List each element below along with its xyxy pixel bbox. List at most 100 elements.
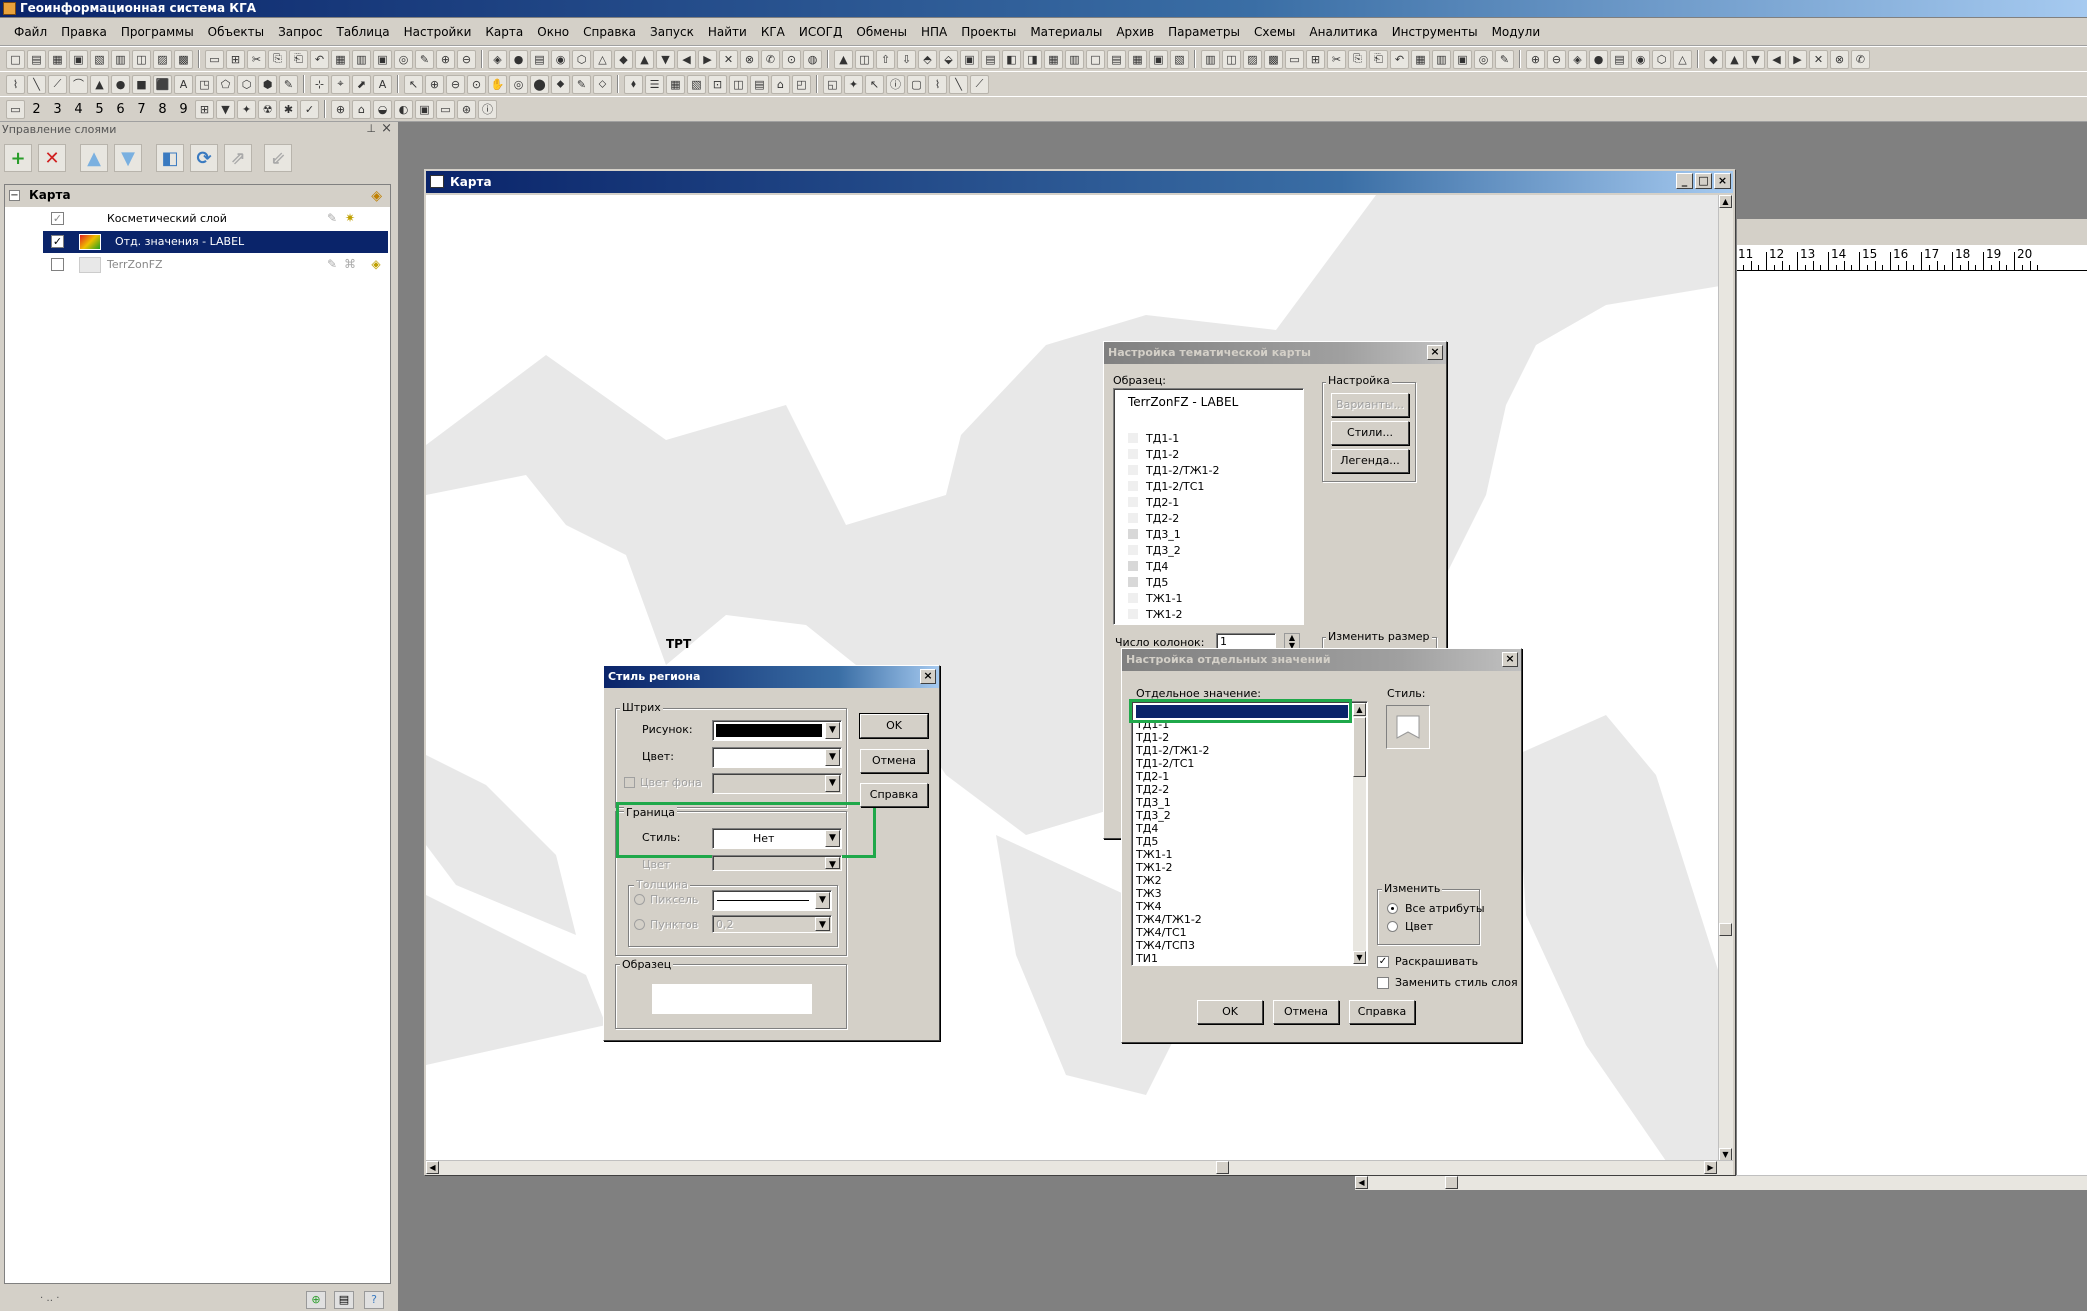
new-icon[interactable]: ◈: [1568, 49, 1587, 69]
star-icon[interactable]: ✷: [343, 211, 357, 225]
paste-icon[interactable]: ▲: [635, 49, 654, 69]
layer-visibility-checkbox[interactable]: ✓: [51, 212, 64, 225]
pin-icon[interactable]: ⊥: [366, 122, 376, 135]
paste-icon[interactable]: ⇩: [897, 49, 916, 69]
print-icon[interactable]: ▦: [331, 49, 350, 69]
grid-icon[interactable]: ◈: [488, 49, 507, 69]
undo-icon[interactable]: ⊖: [457, 49, 476, 69]
info-icon[interactable]: ⓘ: [478, 99, 497, 119]
ellipse-icon[interactable]: ⓘ: [886, 74, 905, 94]
scroll-down-icon[interactable]: ▼: [1353, 951, 1366, 964]
copy-icon[interactable]: ◆: [614, 49, 633, 69]
globe-icon[interactable]: ⊕: [331, 99, 350, 119]
style-preview-button[interactable]: [1386, 705, 1430, 749]
menu-item[interactable]: Правка: [54, 18, 114, 46]
menu-item[interactable]: НПА: [914, 18, 954, 46]
value-list-item[interactable]: ТЖ3: [1136, 887, 1348, 900]
menu-item[interactable]: Параметры: [1161, 18, 1247, 46]
close-button[interactable]: ×: [1714, 173, 1731, 189]
ok-button[interactable]: OK: [859, 713, 929, 739]
new-icon[interactable]: ⊞: [1306, 49, 1325, 69]
paste-icon[interactable]: ▥: [111, 49, 130, 69]
layout-horizontal-scrollbar[interactable]: ◀: [1355, 1175, 2087, 1190]
value-list-item[interactable]: ТД1-2: [1136, 731, 1348, 744]
scale-preset-button[interactable]: 9: [174, 100, 193, 119]
menu-item[interactable]: Карта: [478, 18, 530, 46]
measure-icon[interactable]: ✦: [237, 99, 256, 119]
layers-icon[interactable]: ◫: [1222, 49, 1241, 69]
table-icon[interactable]: ⬘: [918, 49, 937, 69]
layers-icon[interactable]: ⊕: [436, 49, 455, 69]
undo-icon[interactable]: ▭: [205, 49, 224, 69]
new-icon[interactable]: ▦: [1044, 49, 1063, 69]
text-icon[interactable]: ▦: [666, 74, 685, 94]
dropdown-arrow-icon[interactable]: ▼: [815, 917, 830, 931]
dropdown-arrow-icon[interactable]: ▼: [825, 722, 840, 739]
tree-root-map[interactable]: − Карта ◈: [5, 185, 390, 207]
cut-icon[interactable]: ◨: [1023, 49, 1042, 69]
paste-icon[interactable]: △: [1673, 49, 1692, 69]
chart-icon[interactable]: ▨: [153, 49, 172, 69]
grid-icon[interactable]: ⊗: [740, 49, 759, 69]
cancel-button[interactable]: Отмена: [1273, 1000, 1339, 1024]
open-icon[interactable]: ▥: [1065, 49, 1084, 69]
funnel-icon[interactable]: ▼: [216, 99, 235, 119]
border-style-select[interactable]: Нет ▼: [712, 828, 842, 849]
scroll-left-icon[interactable]: ◀: [1355, 1176, 1368, 1189]
layers-icon[interactable]: ▼: [1746, 49, 1765, 69]
marker-icon[interactable]: ✱: [279, 99, 298, 119]
undo-icon[interactable]: ✕: [719, 49, 738, 69]
pan-icon[interactable]: ✋: [488, 74, 507, 94]
open-icon[interactable]: ◍: [803, 49, 822, 69]
polygon-icon[interactable]: ↖: [865, 74, 884, 94]
region-style-titlebar[interactable]: Стиль региона: [604, 666, 939, 688]
undo-icon[interactable]: ◀: [1767, 49, 1786, 69]
value-list-item[interactable]: ТИ1: [1136, 952, 1348, 965]
rectangle-icon[interactable]: ●: [111, 74, 130, 94]
rectangle-icon[interactable]: A: [373, 74, 392, 94]
zoom-icon[interactable]: ⊕: [306, 1291, 326, 1309]
help-button[interactable]: Справка: [860, 783, 928, 807]
points-select[interactable]: 0,2 ▼: [712, 915, 832, 933]
menu-item[interactable]: Архив: [1109, 18, 1161, 46]
zoom-out-icon[interactable]: ⊙: [467, 74, 486, 94]
scale-preset-button[interactable]: 6: [111, 100, 130, 119]
styles-button[interactable]: Стили...: [1331, 421, 1409, 445]
help-icon[interactable]: ?: [364, 1291, 384, 1309]
menu-item[interactable]: Инструменты: [1385, 18, 1485, 46]
layer-row-label[interactable]: ✓ Отд. значения - LABEL: [5, 231, 390, 253]
value-list-item[interactable]: ТД4: [1136, 822, 1348, 835]
copy-icon[interactable]: ▦: [1128, 49, 1147, 69]
arc-icon[interactable]: ✦: [844, 74, 863, 94]
rectangle-icon[interactable]: ☰: [645, 74, 664, 94]
scale-preset-button[interactable]: 7: [132, 100, 151, 119]
copy-icon[interactable]: ↶: [1390, 49, 1409, 69]
chart-icon[interactable]: ✎: [415, 49, 434, 69]
select-icon[interactable]: ⊕: [425, 74, 444, 94]
save-icon[interactable]: □: [1086, 49, 1105, 69]
chart-icon[interactable]: ▣: [1453, 49, 1472, 69]
layers-icon[interactable]: ◎: [1474, 49, 1493, 69]
ellipse-icon[interactable]: ⬧: [624, 74, 643, 94]
open-icon[interactable]: ●: [1589, 49, 1608, 69]
line-icon[interactable]: ✎: [279, 74, 298, 94]
value-list-item[interactable]: ТЖ4/ТСП3: [1136, 939, 1348, 952]
save-icon[interactable]: ▲: [834, 49, 853, 69]
undo-icon[interactable]: ▨: [1243, 49, 1262, 69]
value-list-item[interactable]: ТД3_1: [1136, 796, 1348, 809]
variants-button[interactable]: Варианты...: [1331, 393, 1409, 417]
polyline-icon[interactable]: ◰: [792, 74, 811, 94]
value-list-item[interactable]: ТЖ2: [1136, 874, 1348, 887]
cut-icon[interactable]: ▭: [1285, 49, 1304, 69]
menu-item[interactable]: Запуск: [643, 18, 701, 46]
grid-icon[interactable]: ◧: [1002, 49, 1021, 69]
scroll-right-icon[interactable]: ▶: [1704, 1161, 1717, 1174]
chart-icon[interactable]: ⬙: [939, 49, 958, 69]
select-icon[interactable]: ▧: [687, 74, 706, 94]
grid-icon[interactable]: ⊕: [1526, 49, 1545, 69]
scale-preset-button[interactable]: 3: [48, 100, 67, 119]
arc-icon[interactable]: ✎: [572, 74, 591, 94]
layer-row-cosmetic[interactable]: ✓ Косметический слой ✎ ✷: [5, 208, 390, 230]
view-icon[interactable]: ▤: [334, 1291, 354, 1309]
move-up-icon[interactable]: ▲: [80, 144, 108, 172]
